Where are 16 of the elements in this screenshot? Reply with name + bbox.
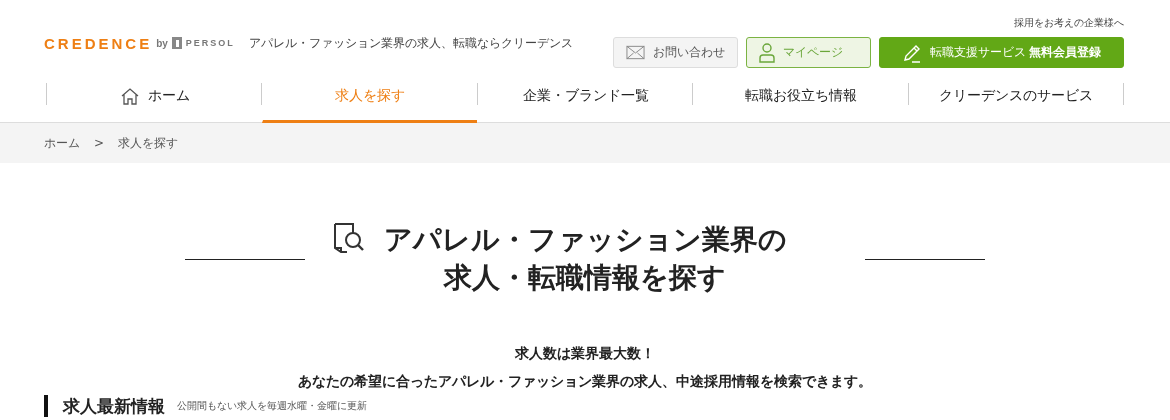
nav-tab[interactable]: 転職お役立ち情報 [693, 72, 908, 123]
logo-by: by [156, 37, 168, 49]
contact-button[interactable]: お問い合わせ [613, 37, 738, 68]
breadcrumb-item: 求人を探す [118, 134, 179, 152]
nav-tab[interactable]: 企業・ブランド一覧 [477, 72, 693, 123]
breadcrumb-separator: > [94, 136, 105, 150]
logo-parent: PERSOL [185, 38, 235, 48]
section-note: 公開間もない求人を毎週水曜・金曜に更新 [177, 399, 367, 413]
lead-text: 求人数は業界最大数！ あなたの希望に合ったアパレル・ファッション業界の求人、中途採用情報を検索できます。 [297, 344, 873, 391]
section-heading: 求人最新情報 [63, 394, 165, 418]
breadcrumb-item[interactable]: ホーム [44, 134, 80, 152]
nav-tab[interactable]: クリーデンスのサービス [908, 72, 1124, 123]
corporate-link[interactable]: 採用をお考えの企業様へ [1014, 16, 1124, 30]
tagline: アパレル・ファッション業界の求人、転職ならクリーデンス [248, 34, 573, 52]
nav-tab[interactable]: ホーム [47, 72, 262, 123]
page-title: アパレル・ファッション業界の 求人・転職情報を探す [382, 222, 788, 296]
